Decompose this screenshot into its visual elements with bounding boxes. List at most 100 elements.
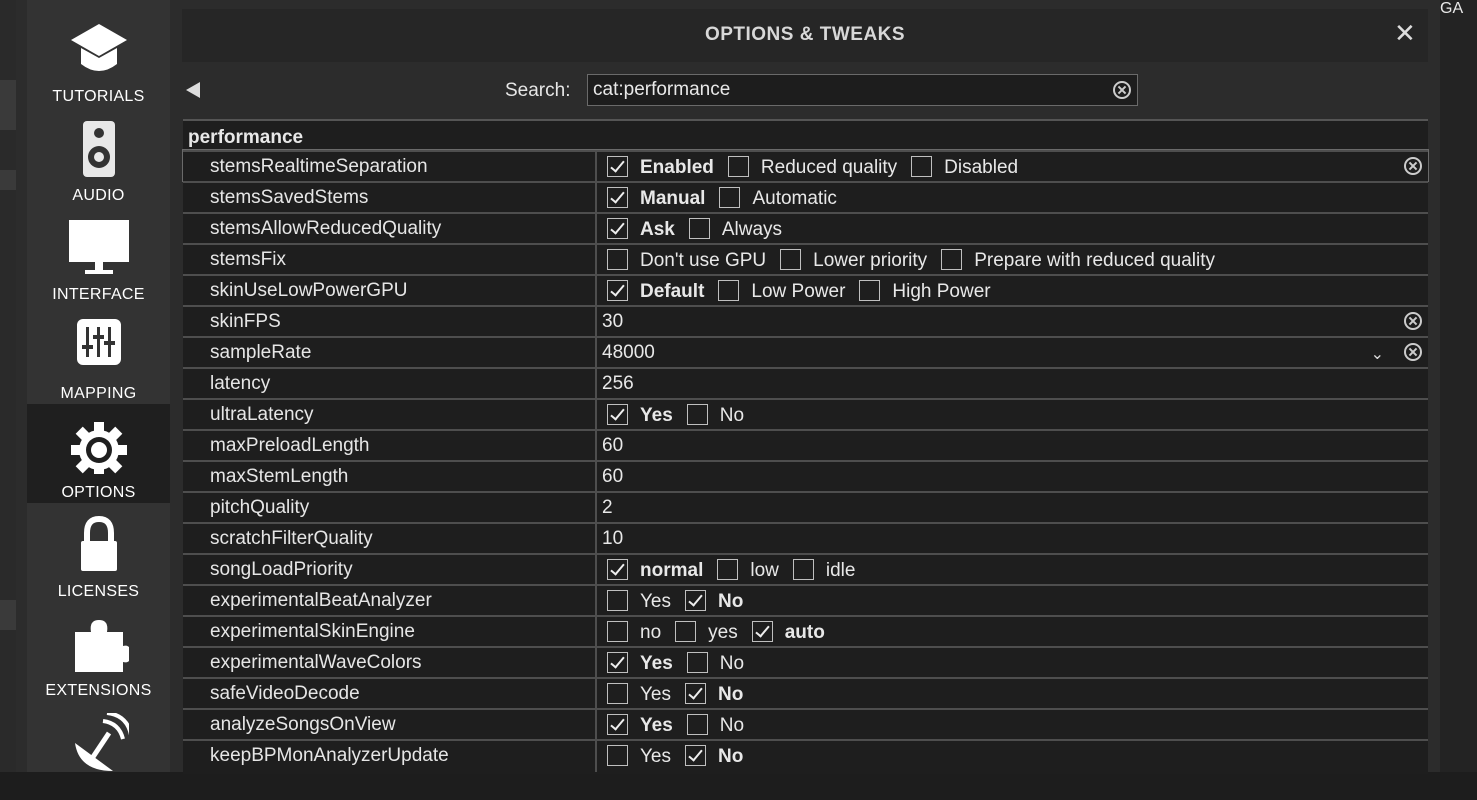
- option-normal[interactable]: normal: [607, 559, 703, 582]
- option-yes[interactable]: Yes: [607, 683, 671, 706]
- reset-value-icon[interactable]: [1404, 343, 1422, 361]
- option-no[interactable]: No: [686, 652, 744, 675]
- option-don-t-use-gpu[interactable]: Don't use GPU: [607, 249, 766, 272]
- table-row[interactable]: sampleRate 48000 ⌄: [183, 336, 1428, 369]
- checkbox-checked[interactable]: [607, 187, 628, 208]
- option-auto[interactable]: auto: [751, 621, 825, 644]
- table-row[interactable]: skinFPS: [183, 305, 1428, 338]
- option-no[interactable]: No: [686, 714, 744, 737]
- option-default[interactable]: Default: [607, 280, 704, 303]
- table-row[interactable]: maxPreloadLength 60: [183, 429, 1428, 462]
- back-arrow-icon[interactable]: [186, 82, 200, 98]
- checkbox[interactable]: [686, 404, 708, 425]
- option-yes[interactable]: Yes: [607, 590, 671, 613]
- checkbox[interactable]: [911, 156, 933, 177]
- checkbox[interactable]: [675, 621, 697, 642]
- value-text[interactable]: 48000: [602, 342, 655, 363]
- option-no[interactable]: No: [685, 683, 743, 706]
- checkbox[interactable]: [859, 280, 881, 301]
- reset-value-icon[interactable]: [1404, 157, 1422, 175]
- checkbox[interactable]: [727, 156, 749, 177]
- option-idle[interactable]: idle: [792, 559, 855, 582]
- checkbox-checked[interactable]: [607, 559, 628, 580]
- table-row[interactable]: songLoadPriority normal low idle: [183, 553, 1428, 586]
- sidebar-item-tutorials[interactable]: TUTORIALS: [27, 8, 170, 107]
- sidebar-item-audio[interactable]: AUDIO: [27, 107, 170, 206]
- close-button[interactable]: ✕: [1394, 20, 1416, 46]
- sidebar-item-mapping[interactable]: MAPPING: [27, 305, 170, 404]
- table-row[interactable]: analyzeSongsOnView Yes No: [183, 708, 1428, 741]
- checkbox[interactable]: [607, 683, 628, 704]
- option-yes[interactable]: Yes: [607, 404, 673, 427]
- table-row[interactable]: experimentalSkinEngine no yes auto: [183, 615, 1428, 648]
- checkbox[interactable]: [941, 249, 963, 270]
- reset-value-icon[interactable]: [1404, 312, 1422, 330]
- option-yes[interactable]: Yes: [607, 652, 673, 675]
- option-enabled[interactable]: Enabled: [607, 156, 714, 179]
- option-automatic[interactable]: Automatic: [719, 187, 837, 210]
- option-high-power[interactable]: High Power: [859, 280, 991, 303]
- checkbox[interactable]: [780, 249, 802, 270]
- table-row[interactable]: stemsRealtimeSeparation Enabled Reduced qu…: [182, 149, 1429, 183]
- table-row[interactable]: experimentalBeatAnalyzer Yes No: [183, 584, 1428, 617]
- table-row[interactable]: stemsSavedStems Manual Automatic: [183, 181, 1428, 214]
- option-manual[interactable]: Manual: [607, 187, 705, 210]
- table-row[interactable]: pitchQuality 2: [183, 491, 1428, 524]
- checkbox-checked[interactable]: [685, 590, 706, 611]
- checkbox-checked[interactable]: [607, 404, 628, 425]
- checkbox-checked[interactable]: [607, 156, 628, 177]
- table-row[interactable]: keepBPMonAnalyzerUpdate Yes No: [183, 739, 1428, 772]
- table-row[interactable]: experimentalWaveColors Yes No: [183, 646, 1428, 679]
- option-lower-priority[interactable]: Lower priority: [780, 249, 927, 272]
- checkbox-checked[interactable]: [607, 280, 628, 301]
- chevron-down-icon[interactable]: ⌄: [1371, 344, 1384, 364]
- table-row[interactable]: scratchFilterQuality 10: [183, 522, 1428, 555]
- option-no[interactable]: no: [607, 621, 661, 644]
- checkbox[interactable]: [607, 621, 628, 642]
- checkbox[interactable]: [792, 559, 814, 580]
- sidebar-item-broadcast[interactable]: [27, 701, 170, 800]
- checkbox-checked[interactable]: [685, 745, 706, 766]
- option-no[interactable]: No: [685, 590, 743, 613]
- option-reduced-quality[interactable]: Reduced quality: [727, 156, 897, 179]
- checkbox-checked[interactable]: [685, 683, 706, 704]
- option-yes[interactable]: Yes: [607, 745, 671, 768]
- value-input[interactable]: [602, 311, 1202, 333]
- checkbox[interactable]: [718, 280, 740, 301]
- checkbox-checked[interactable]: [607, 218, 628, 239]
- option-yes[interactable]: Yes: [607, 714, 673, 737]
- option-no[interactable]: No: [686, 404, 744, 427]
- table-row[interactable]: latency 256: [183, 367, 1428, 400]
- checkbox-checked[interactable]: [607, 714, 628, 735]
- sidebar-item-extensions[interactable]: EXTENSIONS: [27, 602, 170, 701]
- option-no[interactable]: No: [685, 745, 743, 768]
- checkbox[interactable]: [686, 714, 708, 735]
- table-row[interactable]: maxStemLength 60: [183, 460, 1428, 493]
- checkbox[interactable]: [607, 745, 628, 766]
- checkbox[interactable]: [607, 590, 628, 611]
- sidebar-item-licenses[interactable]: LICENSES: [27, 503, 170, 602]
- clear-search-icon[interactable]: [1113, 81, 1131, 99]
- checkbox-checked[interactable]: [607, 652, 628, 673]
- option-low-power[interactable]: Low Power: [718, 280, 845, 303]
- option-disabled[interactable]: Disabled: [911, 156, 1018, 179]
- option-always[interactable]: Always: [688, 218, 782, 241]
- table-row[interactable]: safeVideoDecode Yes No: [183, 677, 1428, 710]
- sidebar-item-options[interactable]: OPTIONS: [27, 404, 170, 503]
- option-low[interactable]: low: [717, 559, 779, 582]
- table-row[interactable]: stemsFix Don't use GPU Lower priority Prepa…: [183, 243, 1428, 276]
- table-row[interactable]: stemsAllowReducedQuality Ask Always: [183, 212, 1428, 245]
- option-ask[interactable]: Ask: [607, 218, 675, 241]
- sidebar-item-interface[interactable]: INTERFACE: [27, 206, 170, 305]
- table-row[interactable]: ultraLatency Yes No: [183, 398, 1428, 431]
- checkbox[interactable]: [688, 218, 710, 239]
- table-row[interactable]: skinUseLowPowerGPU Default Low Power High P…: [183, 274, 1428, 307]
- search-input[interactable]: [593, 78, 1093, 102]
- option-prepare-with-reduced-quality[interactable]: Prepare with reduced quality: [941, 249, 1215, 272]
- checkbox[interactable]: [719, 187, 741, 208]
- checkbox[interactable]: [717, 559, 739, 580]
- checkbox-checked[interactable]: [751, 621, 773, 642]
- checkbox[interactable]: [686, 652, 708, 673]
- option-yes[interactable]: yes: [675, 621, 738, 644]
- checkbox[interactable]: [607, 249, 628, 270]
